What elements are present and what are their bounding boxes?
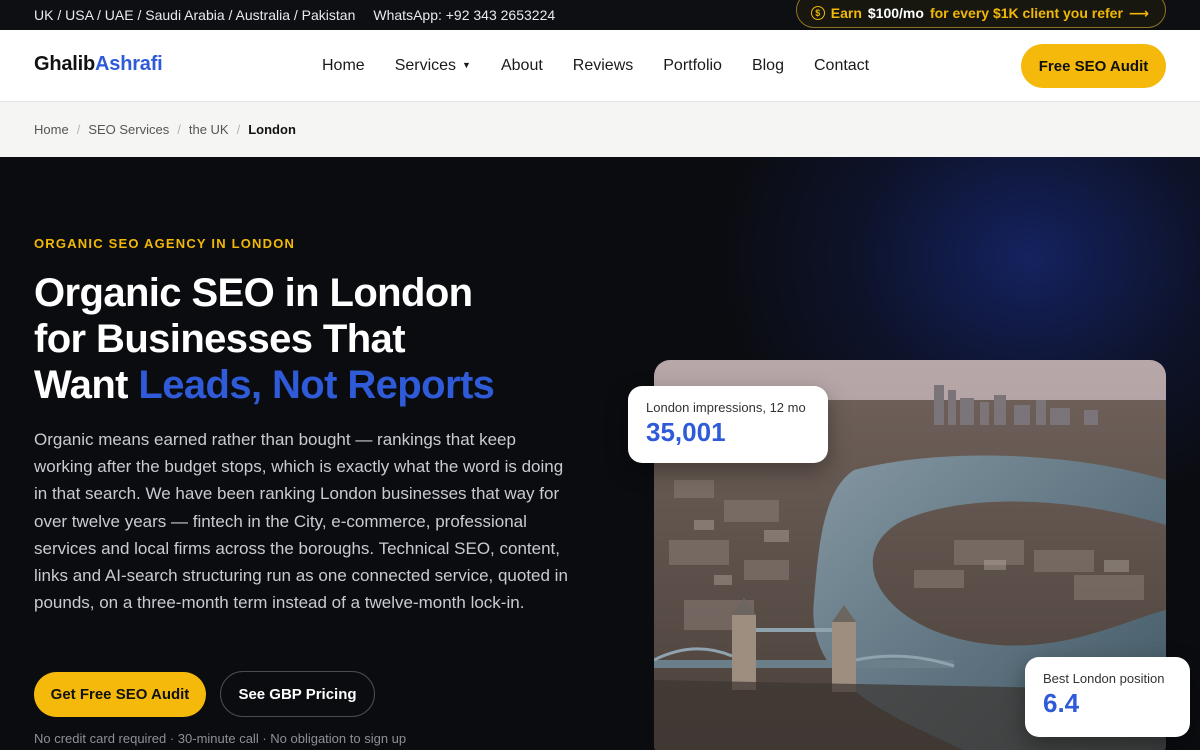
nav-item-reviews[interactable]: Reviews xyxy=(573,57,633,75)
headline-line-3: Want xyxy=(34,363,139,407)
regions-text: UK / USA / UAE / Saudi Arabia / Australi… xyxy=(34,7,356,23)
nav-item-portfolio[interactable]: Portfolio xyxy=(663,57,722,75)
impressions-label: London impressions, 12 mo xyxy=(646,400,806,415)
nav-item-blog[interactable]: Blog xyxy=(752,57,784,75)
hero-headline: Organic SEO in London for Businesses Tha… xyxy=(34,270,594,408)
hero-fineprint: No credit card required · 30-minute call… xyxy=(34,731,407,746)
impressions-card: London impressions, 12 mo 35,001 xyxy=(628,386,828,463)
caret-down-icon: ▼ xyxy=(462,60,471,70)
nav-item-about[interactable]: About xyxy=(501,57,543,75)
hero-description: Organic means earned rather than bought … xyxy=(34,430,568,613)
nav-menu: Home Services ▼ About Reviews Portfolio B… xyxy=(322,57,869,75)
position-value: 6.4 xyxy=(1043,688,1080,718)
breadcrumb-separator: / xyxy=(177,122,181,137)
promo-prefix: Earn xyxy=(830,5,862,21)
logo-first: Ghalib xyxy=(34,53,96,75)
impressions-value: 35,001 xyxy=(646,417,726,447)
breadcrumb-separator: / xyxy=(236,122,241,137)
nav-item-contact[interactable]: Contact xyxy=(814,57,869,75)
hero-section: ORGANIC SEO AGENCY IN LONDON Organic SEO… xyxy=(0,157,1200,750)
main-navigation: GhalibAshrafi Home Services ▼ About Revie… xyxy=(0,30,1200,102)
nav-item-services[interactable]: Services ▼ xyxy=(395,57,471,75)
headline-accent: Leads, Not Reports xyxy=(138,363,495,407)
breadcrumb-seo-services[interactable]: SEO Services xyxy=(88,122,169,137)
coin-icon: $ xyxy=(810,6,825,20)
nav-item-services-label: Services xyxy=(394,57,457,74)
arrow-right-icon: ⟶ xyxy=(1128,4,1149,21)
headline-line-1: Organic SEO in London xyxy=(34,271,473,315)
logo-second: Ashrafi xyxy=(95,53,163,75)
breadcrumb: Home / SEO Services / the UK / London xyxy=(0,102,1200,157)
hero-eyebrow: ORGANIC SEO AGENCY IN LONDON xyxy=(34,236,296,251)
position-card: Best London position 6.4 xyxy=(1025,657,1190,737)
breadcrumb-the-uk[interactable]: the UK xyxy=(189,122,229,137)
site-logo[interactable]: GhalibAshrafi xyxy=(34,53,163,76)
free-seo-audit-button[interactable]: Free SEO Audit xyxy=(1021,44,1166,88)
promo-amount: $100/mo xyxy=(867,5,924,21)
headline-line-2: for Businesses That xyxy=(34,317,406,361)
promo-suffix: for every $1K client you refer xyxy=(929,5,1123,21)
see-gbp-pricing-button[interactable]: See GBP Pricing xyxy=(220,671,375,717)
breadcrumb-current: London xyxy=(248,122,296,137)
whatsapp-link[interactable]: WhatsApp: +92 343 2653224 xyxy=(373,7,555,23)
referral-promo[interactable]: $ Earn $100/mo for every $1K client you … xyxy=(795,0,1166,28)
nav-item-home[interactable]: Home xyxy=(322,57,365,75)
breadcrumb-separator: / xyxy=(76,122,81,137)
top-bar: UK / USA / UAE / Saudi Arabia / Australi… xyxy=(0,0,1200,30)
breadcrumb-home[interactable]: Home xyxy=(34,122,69,137)
position-label: Best London position xyxy=(1043,671,1165,686)
get-free-seo-audit-button[interactable]: Get Free SEO Audit xyxy=(34,672,206,717)
